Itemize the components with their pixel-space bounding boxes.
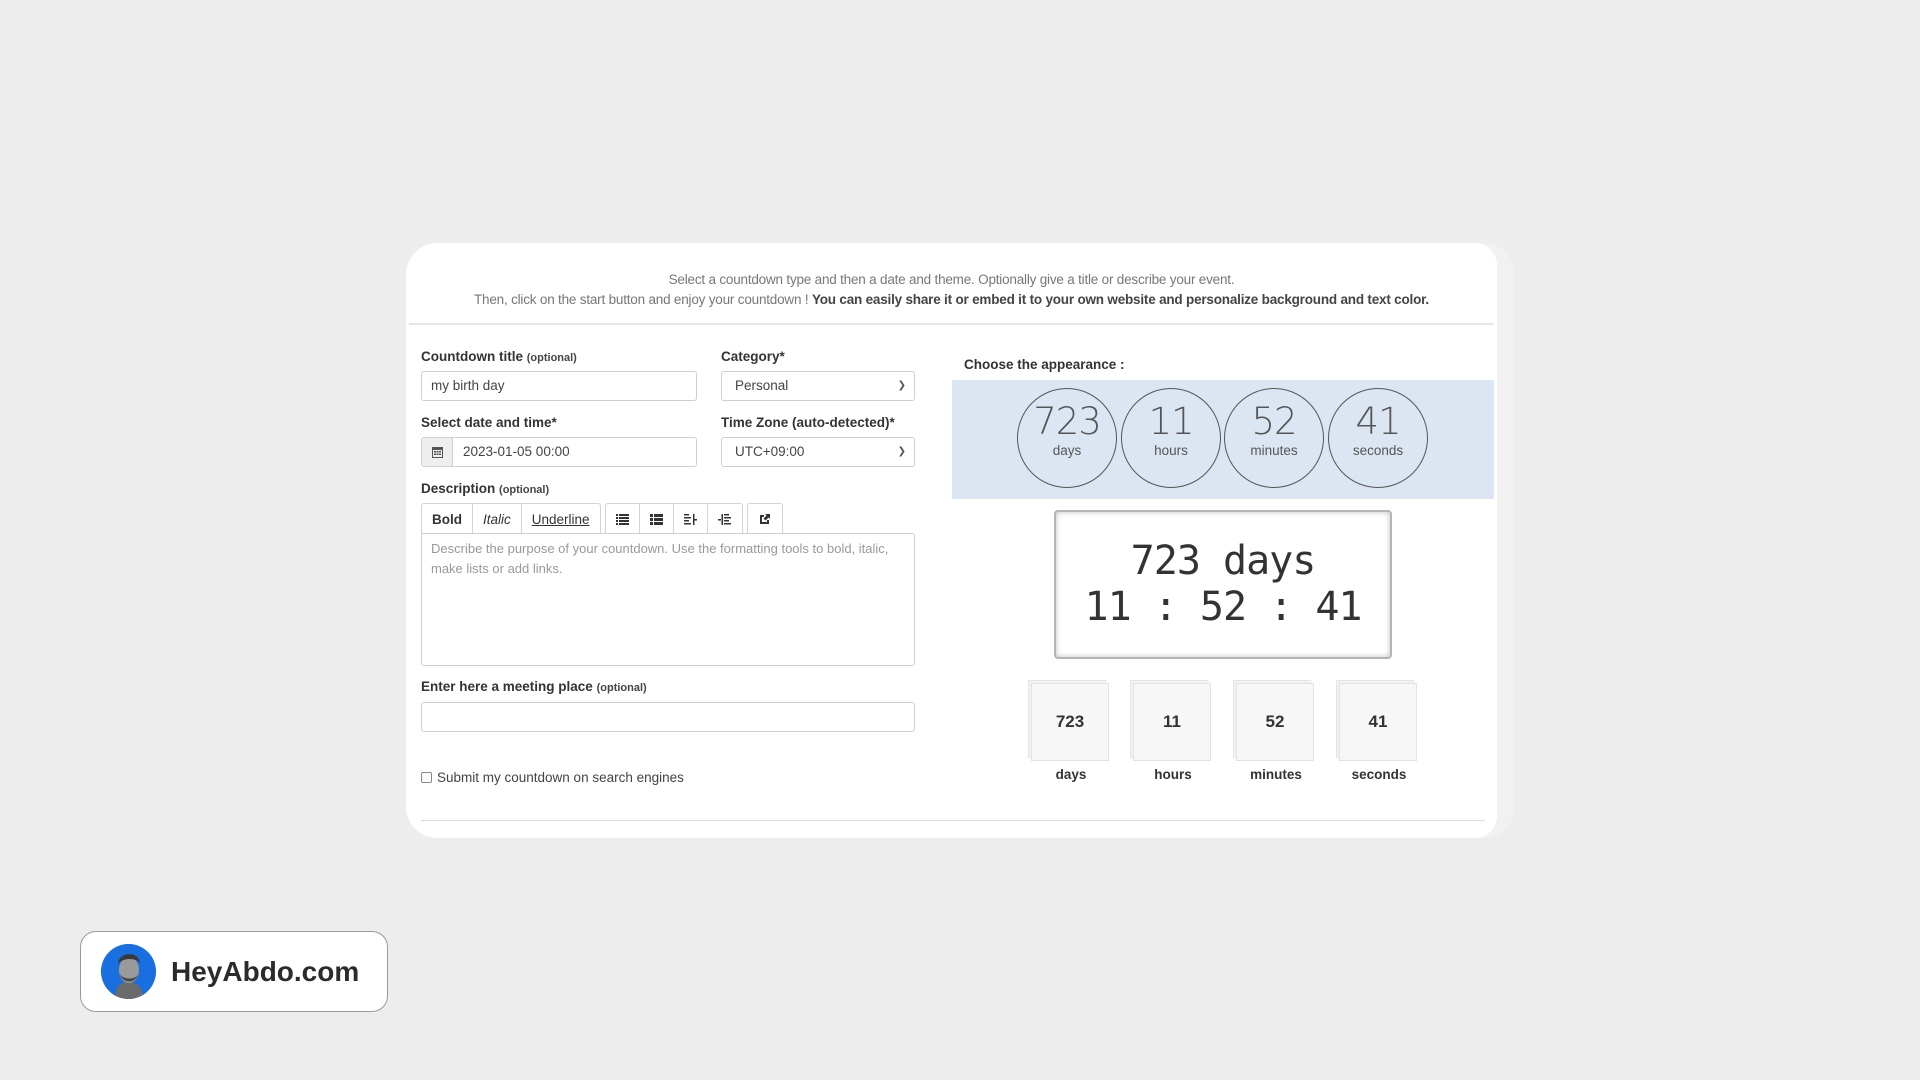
days-value: 723 [1033,400,1102,443]
tile-hours-label: hours [1154,767,1192,782]
optional-hint: (optional) [526,352,577,364]
seconds-unit: seconds [1352,443,1404,458]
submit-search-engines-checkbox[interactable] [421,772,432,783]
title-label-text: Countdown title [421,349,523,364]
unordered-list-button[interactable] [606,504,640,534]
chevron-down-icon: ❯ [897,380,906,391]
tile-seconds: 41 seconds [1339,683,1419,782]
circle-hours: 11 hours [1121,388,1221,488]
description-label-text: Description [421,481,496,496]
digital-days: 723 days [1130,538,1317,584]
circle-days: 723 days [1017,388,1117,488]
link-group [746,503,783,534]
tile-days-value: 723 [1031,683,1109,761]
chevron-down-icon: ❯ [897,446,906,457]
ordered-list-button[interactable] [640,504,674,534]
badge-text: HeyAbdo.com [171,955,360,987]
tile-days: 723 days [1031,683,1111,782]
intro-text: Select a countdown type and then a date … [406,270,1497,310]
intro-line-1: Select a countdown type and then a date … [668,272,1235,287]
tile-minutes: 52 minutes [1236,683,1316,782]
top-divider [409,323,1494,325]
minutes-value: 52 [1251,400,1297,443]
countdown-creator-card: Select a countdown type and then a date … [406,243,1497,838]
appearance-option-digital[interactable]: 723 days 11 : 52 : 41 [1054,510,1392,659]
minutes-unit: minutes [1250,443,1298,458]
brand-badge: HeyAbdo.com [80,931,388,1012]
tile-seconds-label: seconds [1351,767,1407,782]
meeting-place-label: Enter here a meeting place (optional) [421,679,647,694]
description-label: Description (optional) [421,481,549,496]
hours-value: 11 [1148,400,1194,443]
date-label: Select date and time* [421,415,557,430]
list-group [604,503,743,534]
indent-button[interactable] [708,504,742,534]
bold-button[interactable]: Bold [422,504,473,534]
underline-button[interactable]: Underline [522,504,600,534]
hours-unit: hours [1154,443,1188,458]
meeting-place-input[interactable] [421,702,915,732]
indent-icon [718,513,732,525]
outdent-button[interactable] [674,504,708,534]
link-button[interactable] [748,504,782,534]
description-textarea[interactable]: Describe the purpose of your countdown. … [421,533,915,666]
circle-seconds: 41 seconds [1328,388,1428,488]
bottom-divider [421,820,1485,821]
tile-minutes-label: minutes [1250,767,1302,782]
category-select[interactable]: Personal ❯ [721,371,915,401]
outdent-icon [683,513,697,525]
tile-days-label: days [1055,767,1087,782]
category-label: Category* [721,349,785,364]
date-time-input[interactable]: 2023-01-05 00:00 [453,438,696,466]
text-style-group: Bold Italic Underline [421,503,601,534]
link-icon [760,513,771,524]
appearance-label: Choose the appearance : [964,357,1125,372]
timezone-select[interactable]: UTC+09:00 ❯ [721,437,915,467]
days-unit: days [1052,443,1082,458]
intro-line-2-bold: You can easily share it or embed it to y… [811,292,1429,307]
italic-button[interactable]: Italic [473,504,522,534]
submit-search-engines-label[interactable]: Submit my countdown on search engines [437,770,684,785]
submit-search-engines-row: Submit my countdown on search engines [421,770,684,785]
avatar [101,944,156,999]
countdown-title-input[interactable]: my birth day [421,371,697,401]
tile-minutes-value: 52 [1236,683,1314,761]
date-time-picker[interactable]: 2023-01-05 00:00 [421,437,697,467]
unordered-list-icon [615,513,629,525]
meeting-label-text: Enter here a meeting place [421,679,593,694]
appearance-option-circles[interactable]: 723 days 11 hours 52 minutes 41 seconds [952,380,1494,499]
tile-hours-value: 11 [1133,683,1211,761]
category-value: Personal [735,378,789,393]
timezone-label: Time Zone (auto-detected)* [721,415,895,430]
intro-line-2: Then, click on the start button and enjo… [406,290,1497,310]
tile-hours: 11 hours [1133,683,1213,782]
circle-minutes: 52 minutes [1224,388,1324,488]
title-label: Countdown title (optional) [421,349,577,364]
intro-line-2-plain: Then, click on the start button and enjo… [474,292,812,307]
digital-time: 11 : 52 : 41 [1084,584,1363,630]
optional-hint: (optional) [499,484,550,496]
ordered-list-icon [649,513,663,525]
calendar-icon[interactable] [422,438,453,466]
formatting-toolbar: Bold Italic Underline [421,503,783,534]
tile-seconds-value: 41 [1339,683,1417,761]
optional-hint: (optional) [596,682,647,694]
seconds-value: 41 [1355,400,1401,443]
timezone-value: UTC+09:00 [735,444,805,459]
